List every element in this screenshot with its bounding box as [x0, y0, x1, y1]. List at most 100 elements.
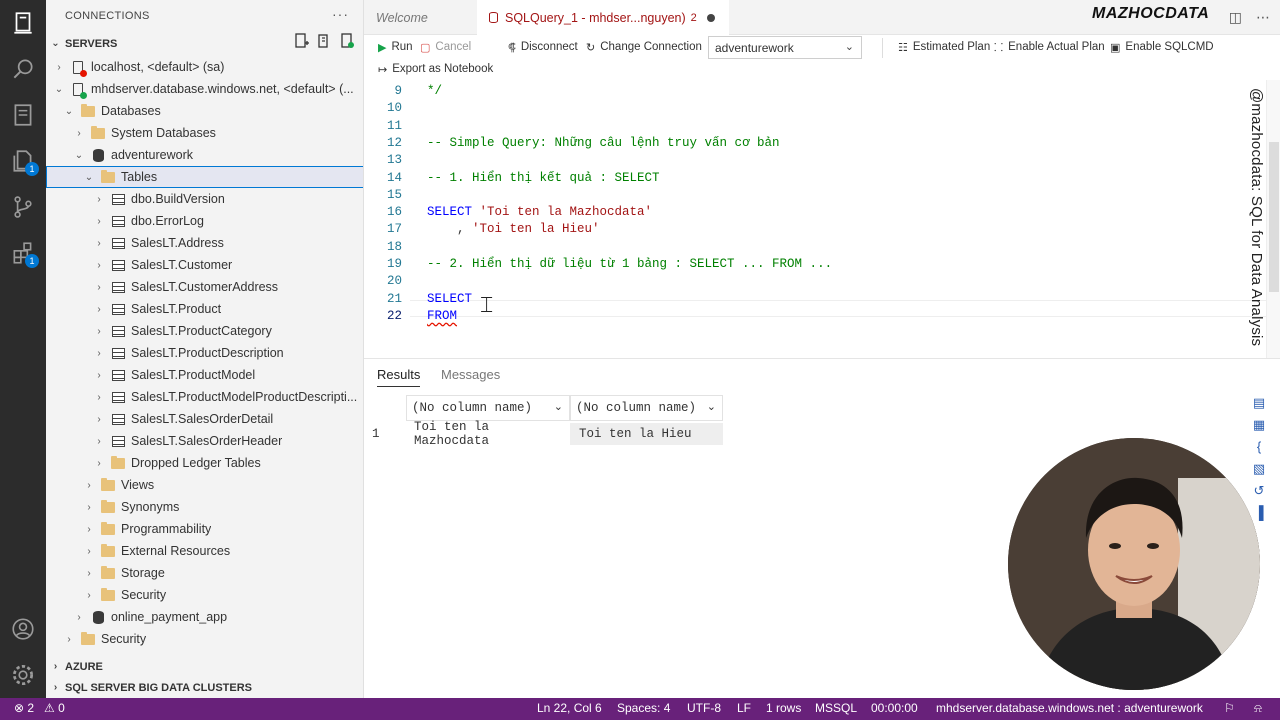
- chevron-right-icon[interactable]: ›: [92, 238, 106, 249]
- tree-item[interactable]: › Programmability: [46, 518, 363, 540]
- notebook-icon[interactable]: [0, 92, 46, 138]
- tree-item[interactable]: › SalesLT.ProductModelProductDescripti...: [46, 386, 363, 408]
- unsaved-dot-icon[interactable]: [706, 13, 715, 22]
- database-select[interactable]: adventurework ⌄: [708, 36, 862, 59]
- chevron-right-icon[interactable]: ›: [92, 348, 106, 359]
- tree-item[interactable]: › SalesLT.ProductDescription: [46, 342, 363, 364]
- chevron-right-icon[interactable]: ›: [82, 524, 96, 535]
- code-line[interactable]: SELECT: [427, 292, 472, 306]
- tree-item[interactable]: › dbo.ErrorLog: [46, 210, 363, 232]
- run-button[interactable]: ▶ Run: [378, 36, 413, 58]
- chevron-right-icon[interactable]: ›: [82, 590, 96, 601]
- errors-indicator[interactable]: ⊗ 2: [14, 701, 34, 715]
- tree-item[interactable]: › External Resources: [46, 540, 363, 562]
- chevron-right-icon[interactable]: ›: [62, 634, 76, 645]
- column-header-2[interactable]: (No column name) ⌄: [570, 395, 723, 421]
- copy-icon[interactable]: ↺: [1250, 483, 1268, 505]
- enable-actual-plan-button[interactable]: ⸬ Enable Actual Plan: [994, 36, 1105, 58]
- explorer-icon[interactable]: 1: [0, 138, 46, 184]
- azure-section-header[interactable]: › AZURE: [46, 656, 363, 677]
- chevron-down-icon[interactable]: ⌄: [52, 84, 66, 95]
- chevron-right-icon[interactable]: ›: [92, 282, 106, 293]
- indentation[interactable]: Spaces: 4: [617, 701, 670, 715]
- chevron-right-icon[interactable]: ›: [72, 612, 86, 623]
- tree-item[interactable]: › Synonyms: [46, 496, 363, 518]
- source-control-icon[interactable]: [0, 184, 46, 230]
- gear-icon[interactable]: [0, 652, 46, 698]
- tree-item[interactable]: › SalesLT.Address: [46, 232, 363, 254]
- more-actions-icon[interactable]: ···: [332, 6, 349, 22]
- new-server-group-icon[interactable]: [316, 33, 333, 50]
- servers-section-header[interactable]: ⌄ SERVERS: [46, 33, 363, 54]
- tree-item[interactable]: › Security: [46, 628, 363, 650]
- tree-item[interactable]: › SalesLT.CustomerAddress: [46, 276, 363, 298]
- code-line[interactable]: , 'Toi ten la Hieu': [427, 222, 600, 236]
- code-line[interactable]: FROM: [427, 309, 457, 323]
- chevron-right-icon[interactable]: ›: [92, 326, 106, 337]
- result-cell-2[interactable]: Toi ten la Hieu: [570, 423, 723, 445]
- tree-item[interactable]: › Dropped Ledger Tables: [46, 452, 363, 474]
- column-header-1[interactable]: (No column name) ⌄: [406, 395, 570, 421]
- tab-welcome[interactable]: Welcome: [364, 0, 476, 35]
- active-connections-icon[interactable]: [339, 33, 356, 50]
- export-notebook-button[interactable]: ↦ Export as Notebook: [378, 58, 493, 80]
- tree-item[interactable]: › SalesLT.Product: [46, 298, 363, 320]
- account-icon[interactable]: [0, 606, 46, 652]
- tree-item[interactable]: › SalesLT.Customer: [46, 254, 363, 276]
- bell-icon[interactable]: ⍾: [1254, 701, 1262, 716]
- encoding[interactable]: UTF-8: [687, 701, 721, 715]
- feedback-icon[interactable]: ⚐: [1224, 701, 1235, 715]
- chevron-down-icon[interactable]: ⌄: [62, 106, 76, 117]
- save-json-icon[interactable]: {: [1250, 439, 1268, 461]
- chevron-right-icon[interactable]: ›: [82, 546, 96, 557]
- line-ending[interactable]: LF: [737, 701, 751, 715]
- cancel-button[interactable]: ▢ Cancel: [420, 36, 471, 58]
- extensions-icon[interactable]: 1: [0, 230, 46, 276]
- chevron-right-icon[interactable]: ›: [92, 458, 106, 469]
- tree-item[interactable]: › Security: [46, 584, 363, 606]
- editor-scrollbar[interactable]: [1266, 80, 1280, 358]
- tree-item[interactable]: › Storage: [46, 562, 363, 584]
- save-excel-icon[interactable]: ▦: [1250, 417, 1268, 439]
- tree-item[interactable]: › SalesLT.ProductCategory: [46, 320, 363, 342]
- cursor-position[interactable]: Ln 22, Col 6: [537, 701, 602, 715]
- change-connection-button[interactable]: ↻ Change Connection: [586, 36, 702, 58]
- result-cell-1[interactable]: Toi ten la Mazhocdata: [406, 420, 570, 448]
- chevron-right-icon[interactable]: ›: [92, 194, 106, 205]
- chevron-down-icon[interactable]: ⌄: [707, 400, 716, 413]
- warnings-indicator[interactable]: ⚠ 0: [44, 701, 65, 715]
- connection-info[interactable]: mhdserver.database.windows.net : adventu…: [936, 701, 1203, 715]
- split-editor-icon[interactable]: ◫: [1229, 9, 1242, 26]
- chevron-right-icon[interactable]: ›: [92, 260, 106, 271]
- chevron-right-icon[interactable]: ›: [72, 128, 86, 139]
- chevron-right-icon[interactable]: ›: [82, 568, 96, 579]
- bigdata-section-header[interactable]: › SQL SERVER BIG DATA CLUSTERS: [46, 677, 363, 698]
- chevron-right-icon[interactable]: ›: [82, 502, 96, 513]
- code-line[interactable]: -- Simple Query: Những câu lệnh truy vấn…: [427, 136, 780, 150]
- tree-item[interactable]: › SalesLT.SalesOrderHeader: [46, 430, 363, 452]
- chevron-right-icon[interactable]: ›: [92, 304, 106, 315]
- tree-item[interactable]: ⌄ Databases: [46, 100, 363, 122]
- code-line[interactable]: -- 1. Hiển thị kết quả : SELECT: [427, 171, 660, 185]
- chevron-down-icon[interactable]: ⌄: [82, 172, 96, 183]
- tree-item[interactable]: › dbo.BuildVersion: [46, 188, 363, 210]
- chevron-right-icon[interactable]: ›: [92, 370, 106, 381]
- code-line[interactable]: */: [427, 84, 442, 98]
- tree-item[interactable]: › online_payment_app: [46, 606, 363, 628]
- tree-item[interactable]: › Views: [46, 474, 363, 496]
- tree-item[interactable]: ⌄ adventurework: [46, 144, 363, 166]
- enable-sqlcmd-button[interactable]: ▣ Enable SQLCMD: [1110, 36, 1214, 58]
- estimated-plan-button[interactable]: ☷ Estimated Plan: [898, 36, 990, 58]
- save-csv-icon[interactable]: ▤: [1250, 395, 1268, 417]
- chevron-down-icon[interactable]: ⌄: [554, 400, 563, 413]
- code-line[interactable]: -- 2. Hiển thị dữ liệu từ 1 bảng : SELEC…: [427, 257, 832, 271]
- connections-icon[interactable]: [0, 0, 46, 46]
- chevron-right-icon[interactable]: ›: [92, 216, 106, 227]
- chevron-right-icon[interactable]: ›: [52, 62, 66, 73]
- disconnect-button[interactable]: ⸿ Disconnect: [508, 36, 578, 58]
- chevron-right-icon[interactable]: ›: [92, 414, 106, 425]
- tab-sqlquery[interactable]: SQLQuery_1 - mhdser...nguyen) 2: [477, 0, 729, 35]
- more-actions-icon[interactable]: ⋯: [1256, 9, 1270, 26]
- tab-results[interactable]: Results: [377, 367, 421, 387]
- new-connection-icon[interactable]: [293, 33, 310, 50]
